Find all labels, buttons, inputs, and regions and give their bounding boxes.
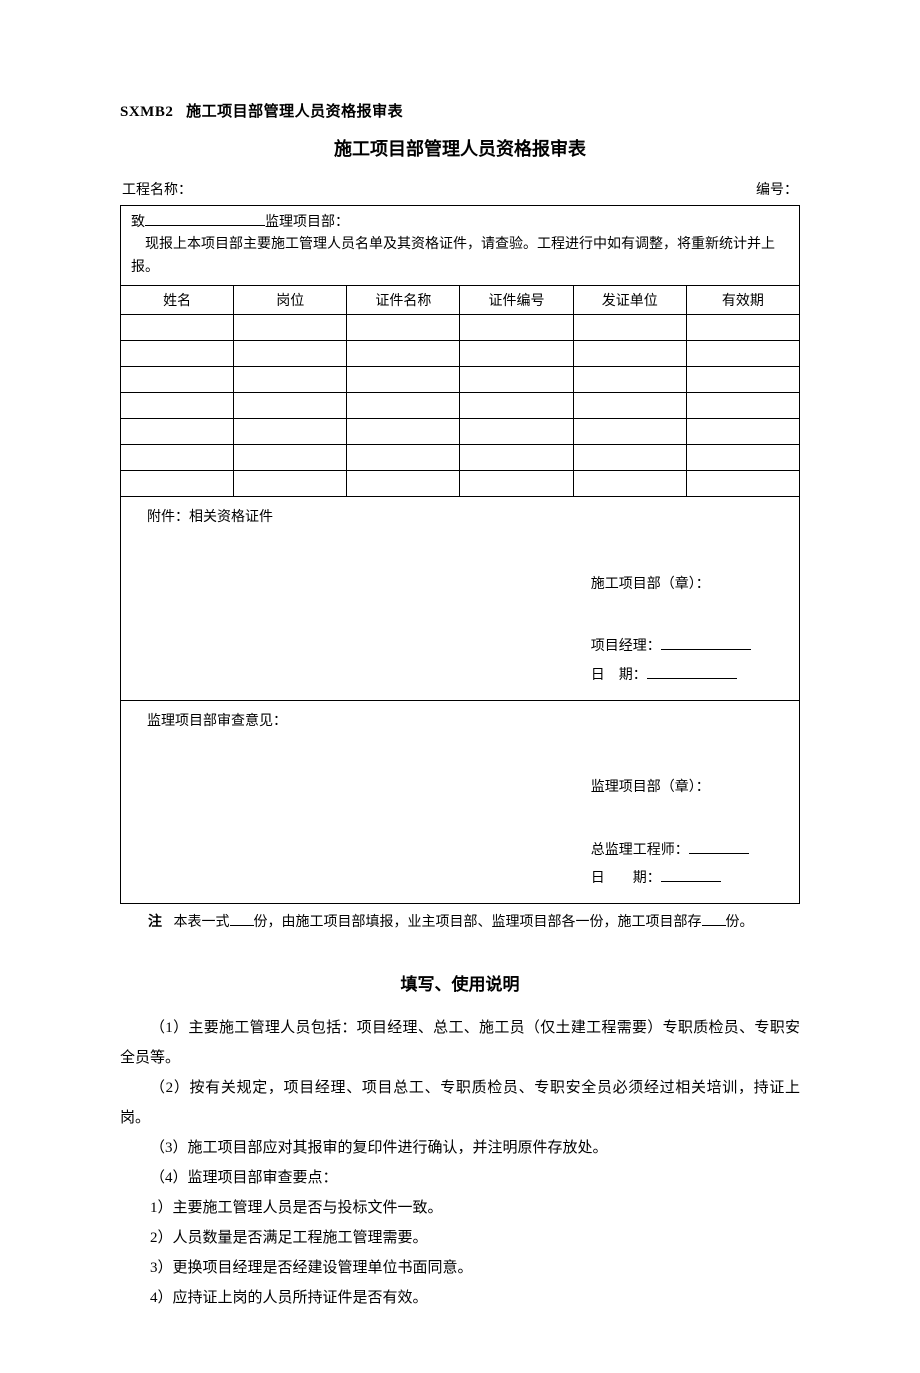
table-row <box>121 315 800 341</box>
manager-blank[interactable] <box>661 636 751 650</box>
form-code-id: SXMB2 <box>120 104 173 120</box>
table-row <box>121 393 800 419</box>
to-blank[interactable] <box>145 212 265 226</box>
date-blank-2[interactable] <box>661 868 721 882</box>
page-title: 施工项目部管理人员资格报审表 <box>120 135 800 161</box>
construction-signature-block: 施工项目部（章）： 项目经理： 日 期： <box>133 572 787 690</box>
copies-blank-2[interactable] <box>702 912 726 926</box>
instruction-item: （3）施工项目部应对其报审的复印件进行确认，并注明原件存放处。 <box>120 1133 800 1163</box>
date-blank-1[interactable] <box>647 665 737 679</box>
form-code-name: 施工项目部管理人员资格报审表 <box>186 104 403 120</box>
col-position: 岗位 <box>234 286 347 315</box>
intro-row: 致 监理项目部： 现报上本项目部主要施工管理人员名单及其资格证件，请查验。工程进行… <box>121 206 800 286</box>
engineer-blank[interactable] <box>689 840 749 854</box>
supervision-signature-block: 监理项目部（章）： 总监理工程师： 日 期： <box>133 775 787 893</box>
table-row <box>121 471 800 497</box>
instruction-item: 2）人员数量是否满足工程施工管理需要。 <box>120 1223 800 1253</box>
copies-blank-1[interactable] <box>230 912 254 926</box>
instruction-item: （2）按有关规定，项目经理、项目总工、专职质检员、专职安全员必须经过相关培训，持… <box>120 1073 800 1133</box>
date-label-2a: 日 <box>591 871 605 886</box>
note-row: 注 本表一式 份，由施工项目部填报，业主项目部、监理项目部各一份，施工项目部存 份。 <box>120 912 800 934</box>
number-label: 编号： <box>756 179 798 199</box>
supervision-dept: 监理项目部（章）： <box>591 775 787 802</box>
instruction-item: （4）监理项目部审查要点： <box>120 1163 800 1193</box>
note-text-1: 本表一式 <box>174 915 230 930</box>
instruction-item: （1）主要施工管理人员包括：项目经理、总工、施工员（仅土建工程需要）专职质检员、… <box>120 1013 800 1073</box>
note-text-2: 份，由施工项目部填报，业主项目部、监理项目部各一份，施工项目部存 <box>254 915 702 930</box>
table-header-row: 姓名 岗位 证件名称 证件编号 发证单位 有效期 <box>121 286 800 315</box>
note-text-3: 份。 <box>726 915 754 930</box>
note-label: 注 <box>148 915 162 930</box>
col-cert-name: 证件名称 <box>347 286 460 315</box>
col-validity: 有效期 <box>686 286 799 315</box>
to-suffix: 监理项目部： <box>265 215 349 230</box>
instructions-block: （1）主要施工管理人员包括：项目经理、总工、施工员（仅土建工程需要）专职质检员、… <box>120 1013 800 1313</box>
date-label-1b: 期： <box>619 668 647 683</box>
form-code: SXMB2 施工项目部管理人员资格报审表 <box>120 100 800 121</box>
supervision-opinion-label: 监理项目部审查意见： <box>133 709 787 736</box>
attachment-section: 附件：相关资格证件 施工项目部（章）： 项目经理： 日 期： <box>121 497 800 700</box>
instruction-item: 4）应持证上岗的人员所持证件是否有效。 <box>120 1283 800 1313</box>
instruction-item: 3）更换项目经理是否经建设管理单位书面同意。 <box>120 1253 800 1283</box>
chief-engineer-label: 总监理工程师： <box>591 843 689 858</box>
date-label-1a: 日 <box>591 668 605 683</box>
col-issuer: 发证单位 <box>573 286 686 315</box>
col-cert-no: 证件编号 <box>460 286 573 315</box>
project-name-label: 工程名称： <box>122 179 192 199</box>
table-row <box>121 341 800 367</box>
instructions-title: 填写、使用说明 <box>120 970 800 995</box>
attachment-label: 附件：相关资格证件 <box>133 505 787 532</box>
to-prefix: 致 <box>131 215 145 230</box>
construction-dept: 施工项目部（章）： <box>591 572 787 599</box>
table-row <box>121 367 800 393</box>
header-row: 工程名称： 编号： <box>120 179 800 199</box>
main-form-table: 致 监理项目部： 现报上本项目部主要施工管理人员名单及其资格证件，请查验。工程进行… <box>120 205 800 904</box>
date-label-2b: 期： <box>633 871 661 886</box>
project-manager-label: 项目经理： <box>591 639 661 654</box>
supervision-section: 监理项目部审查意见： 监理项目部（章）： 总监理工程师： 日 期： <box>121 700 800 903</box>
table-row <box>121 419 800 445</box>
col-name: 姓名 <box>121 286 234 315</box>
intro-statement: 现报上本项目部主要施工管理人员名单及其资格证件，请查验。工程进行中如有调整，将重… <box>131 237 775 274</box>
instruction-item: 1）主要施工管理人员是否与投标文件一致。 <box>120 1193 800 1223</box>
table-row <box>121 445 800 471</box>
